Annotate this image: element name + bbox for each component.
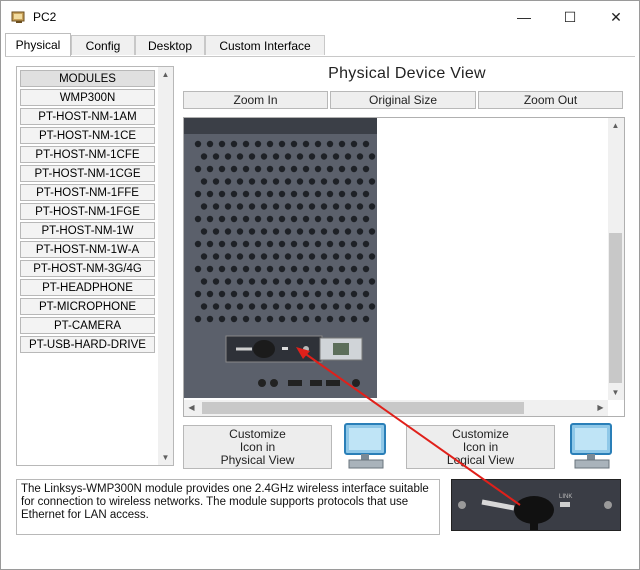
- viewport-hscroll-thumb[interactable]: [202, 402, 524, 414]
- close-icon: ✕: [610, 8, 622, 25]
- minimize-icon: —: [517, 9, 531, 25]
- scroll-up-icon[interactable]: ▲: [158, 67, 173, 82]
- button-label-line: Icon in: [462, 439, 499, 454]
- module-item[interactable]: PT-HOST-NM-1CFE: [20, 146, 155, 163]
- modules-list[interactable]: MODULES WMP300N PT-HOST-NM-1AM PT-HOST-NM-…: [16, 66, 174, 466]
- viewport-horizontal-scrollbar[interactable]: ◀ ▶: [184, 400, 608, 416]
- viewport-vertical-scrollbar[interactable]: ▲ ▼: [608, 118, 624, 400]
- wmp300n-module-image: LINK: [458, 494, 612, 530]
- customize-logical-view-button[interactable]: Customize Icon in Logical View: [406, 425, 555, 469]
- original-size-button[interactable]: Original Size: [330, 91, 476, 109]
- link-label: LINK: [559, 494, 572, 500]
- modules-header: MODULES: [20, 70, 155, 87]
- button-label-line: Customize: [229, 426, 286, 441]
- tab-custom-interface[interactable]: Custom Interface: [205, 35, 325, 55]
- tab-divider: [5, 56, 635, 57]
- module-item[interactable]: PT-HOST-NM-1CE: [20, 127, 155, 144]
- maximize-button[interactable]: ☐: [547, 1, 593, 33]
- viewport-scroll-thumb[interactable]: [609, 233, 622, 383]
- modules-scrollbar[interactable]: ▲ ▼: [158, 67, 173, 465]
- device-viewport[interactable]: ▲ ▼ ◀ ▶: [183, 117, 625, 417]
- zoom-in-button[interactable]: Zoom In: [183, 91, 328, 109]
- customize-physical-view-button[interactable]: Customize Icon in Physical View: [183, 425, 332, 469]
- module-description: The Linksys-WMP300N module provides one …: [16, 479, 440, 535]
- device-window: PC2 — ☐ ✕ Physical Config Desktop Custom…: [0, 0, 640, 570]
- tab-desktop[interactable]: Desktop: [135, 35, 205, 55]
- tab-physical[interactable]: Physical: [5, 33, 71, 56]
- module-item[interactable]: PT-HOST-NM-1AM: [20, 108, 155, 125]
- module-thumbnail: LINK: [451, 479, 621, 531]
- physical-panel: MODULES WMP300N PT-HOST-NM-1AM PT-HOST-NM-…: [9, 59, 631, 539]
- module-item[interactable]: PT-MICROPHONE: [20, 298, 155, 315]
- maximize-icon: ☐: [563, 8, 577, 25]
- module-item[interactable]: PT-HOST-NM-1W: [20, 222, 155, 239]
- packet-tracer-icon: [11, 11, 25, 23]
- module-item[interactable]: PT-HEADPHONE: [20, 279, 155, 296]
- pc-rear-panel: [184, 118, 377, 398]
- close-button[interactable]: ✕: [593, 1, 639, 33]
- button-label-line: Logical View: [446, 452, 515, 467]
- button-label-line: Icon in: [239, 439, 276, 454]
- scroll-left-icon[interactable]: ◀: [184, 400, 199, 415]
- scroll-down-icon[interactable]: ▼: [608, 385, 623, 400]
- module-item[interactable]: PT-HOST-NM-1FGE: [20, 203, 155, 220]
- button-label-line: Physical View: [220, 452, 295, 467]
- zoom-out-button[interactable]: Zoom Out: [478, 91, 623, 109]
- title-bar: PC2 — ☐ ✕: [1, 1, 639, 33]
- module-item[interactable]: WMP300N: [20, 89, 155, 106]
- button-label-line: Customize: [452, 426, 509, 441]
- window-title: PC2: [33, 10, 57, 24]
- module-item[interactable]: PT-HOST-NM-3G/4G: [20, 260, 155, 277]
- module-item[interactable]: PT-CAMERA: [20, 317, 155, 334]
- scroll-down-icon[interactable]: ▼: [158, 450, 173, 465]
- minimize-button[interactable]: —: [501, 1, 547, 33]
- physical-device-view-title: Physical Device View: [328, 65, 486, 82]
- pc-monitor-icon: [344, 423, 386, 469]
- module-item[interactable]: PT-HOST-NM-1W-A: [20, 241, 155, 258]
- pc-monitor-icon: [570, 423, 612, 469]
- module-item[interactable]: PT-HOST-NM-1FFE: [20, 184, 155, 201]
- scroll-right-icon[interactable]: ▶: [593, 400, 608, 415]
- scroll-up-icon[interactable]: ▲: [608, 118, 623, 133]
- tab-config[interactable]: Config: [71, 35, 135, 55]
- module-item[interactable]: PT-USB-HARD-DRIVE: [20, 336, 155, 353]
- module-item[interactable]: PT-HOST-NM-1CGE: [20, 165, 155, 182]
